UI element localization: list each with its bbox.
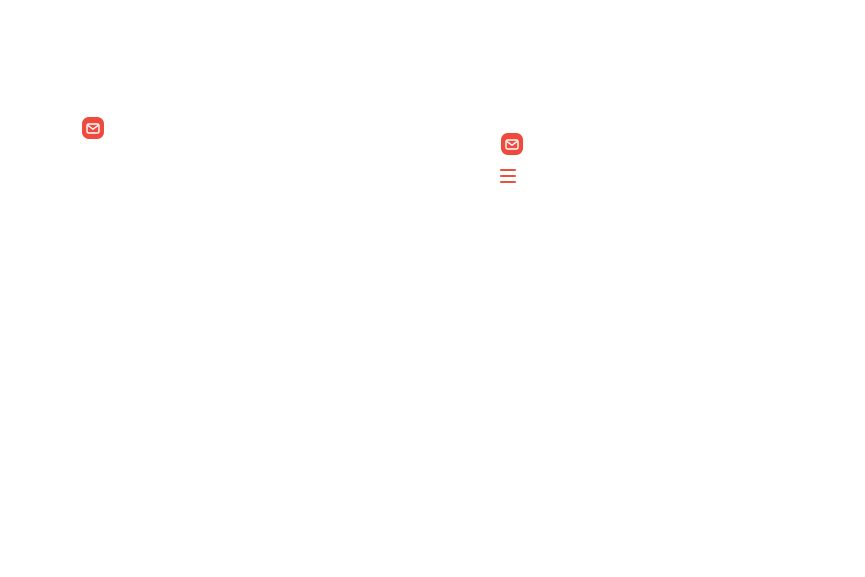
menu-line <box>500 169 516 171</box>
email-app-icon <box>82 117 104 139</box>
envelope-icon <box>505 138 519 150</box>
manual-page <box>0 0 865 577</box>
menu-icon <box>500 168 516 183</box>
envelope-icon <box>86 122 100 134</box>
menu-line <box>500 181 516 183</box>
email-app-icon <box>501 133 523 155</box>
menu-line <box>500 175 516 177</box>
